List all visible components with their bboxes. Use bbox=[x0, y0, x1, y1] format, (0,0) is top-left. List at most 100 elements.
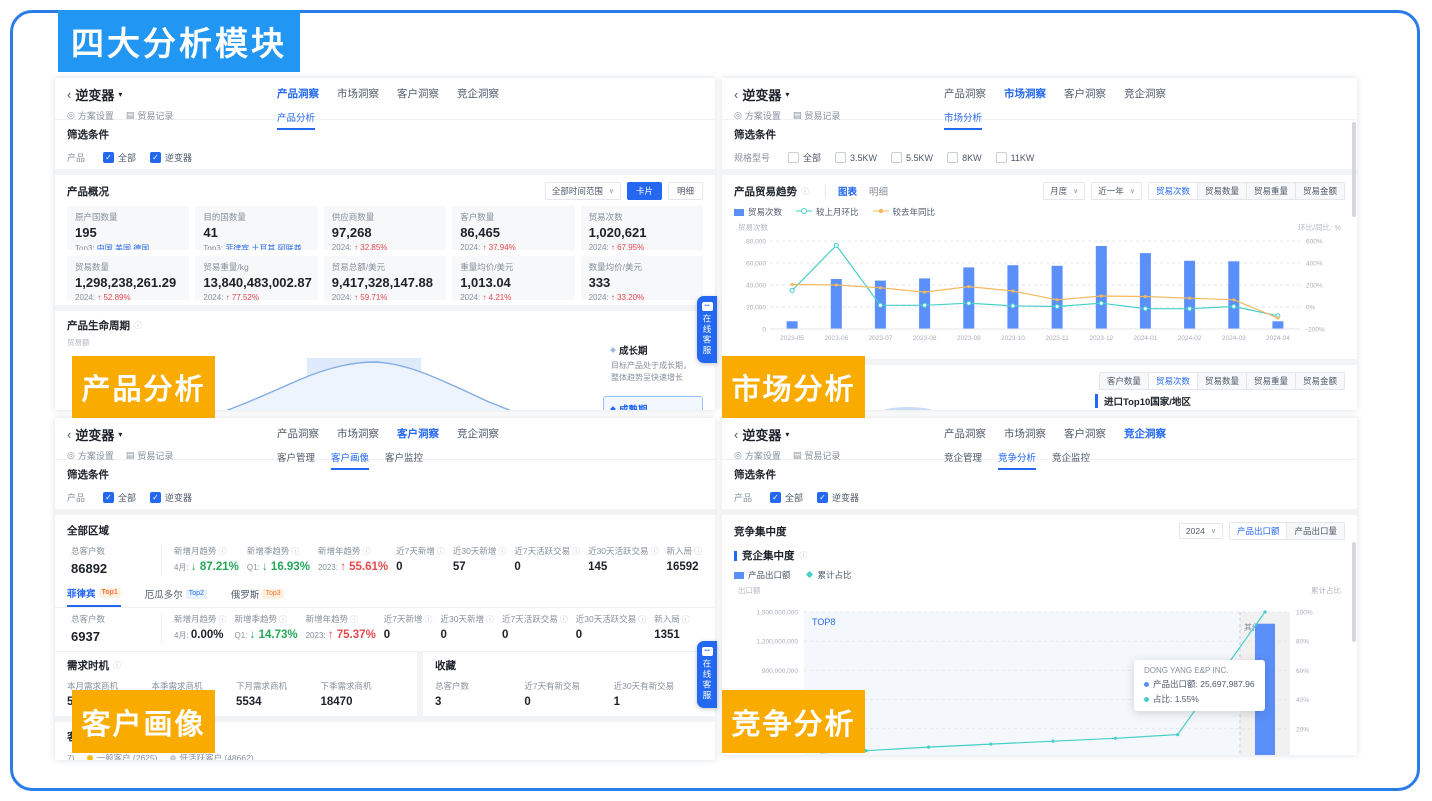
metric-button[interactable]: 贸易数量 bbox=[1197, 183, 1246, 199]
tab-item[interactable]: 客户洞察 bbox=[1064, 426, 1106, 443]
view-button[interactable]: 明细 bbox=[668, 182, 703, 200]
filter-checkbox[interactable]: 全部 bbox=[788, 151, 821, 164]
stat-value: 1,298,238,261.29 bbox=[75, 275, 181, 290]
online-service-button[interactable]: •••在线客服 bbox=[697, 641, 717, 708]
plan-settings-button[interactable]: ◎方案设置 bbox=[67, 449, 114, 462]
checkbox-icon bbox=[788, 152, 799, 163]
subtab-item[interactable]: 产品分析 bbox=[277, 110, 315, 130]
tab-item[interactable]: 竞企洞察 bbox=[1124, 86, 1166, 103]
back-button[interactable]: ‹ bbox=[67, 87, 71, 102]
tab-item[interactable]: 产品洞察 bbox=[944, 86, 986, 103]
lifecycle-stage[interactable]: 成长期目标产品处于成长期，整体趋势呈快速增长 bbox=[603, 337, 703, 390]
stat-card: 重量均价/美元1,013.042024: ↑ 4.21% bbox=[452, 256, 574, 300]
time-range-select[interactable]: 全部时间范围∨ bbox=[545, 182, 621, 200]
stat-sub-value: ↑ 59.71% bbox=[354, 293, 387, 300]
subtab-item[interactable]: 竞争分析 bbox=[998, 450, 1036, 470]
subtab-item[interactable]: 竞企监控 bbox=[1052, 450, 1090, 470]
stage-marker-icon bbox=[610, 347, 616, 353]
svg-text:20,000: 20,000 bbox=[746, 305, 766, 312]
stat-sub-value: ↑ 37.94% bbox=[482, 243, 515, 250]
chevron-down-icon[interactable]: ▾ bbox=[118, 430, 122, 439]
filter-checkbox[interactable]: ✓全部 bbox=[770, 491, 803, 504]
year-select[interactable]: 2024∨ bbox=[1179, 523, 1223, 539]
stat-label: 贸易数量 bbox=[75, 261, 181, 273]
filter-checkbox[interactable]: 3.5KW bbox=[835, 152, 877, 163]
left-axis-title: 出口额 bbox=[738, 585, 761, 596]
filter-checkbox[interactable]: ✓逆变器 bbox=[150, 151, 192, 164]
chevron-down-icon[interactable]: ▾ bbox=[118, 90, 122, 99]
chart-view-tab[interactable]: 明细 bbox=[869, 184, 888, 198]
subtab-item[interactable]: 客户监控 bbox=[385, 450, 423, 470]
chevron-down-icon[interactable]: ▾ bbox=[785, 90, 789, 99]
customer-stats-country: 总客户数6937新增月趋势ⓘ4月: 0.00%新增季趋势ⓘQ1: ↓ 14.73… bbox=[55, 608, 715, 651]
lifecycle-stage[interactable]: 成熟期目标产品处于成熟期，整体趋势呈平稳增长 bbox=[603, 396, 703, 410]
distribution-metric-button[interactable]: 贸易金额 bbox=[1295, 373, 1344, 389]
tab-item[interactable]: 竞企洞察 bbox=[457, 426, 499, 443]
tab-item[interactable]: 产品洞察 bbox=[277, 86, 319, 103]
filter-checkbox[interactable]: 5.5KW bbox=[891, 152, 933, 163]
filter-checkbox[interactable]: ✓逆变器 bbox=[817, 491, 859, 504]
stat-label: 重量均价/美元 bbox=[460, 261, 566, 273]
distribution-metric-button[interactable]: 客户数量 bbox=[1100, 373, 1148, 389]
metric-button[interactable]: 贸易次数 bbox=[1149, 183, 1197, 199]
tab-item[interactable]: 产品洞察 bbox=[944, 426, 986, 443]
period-select[interactable]: 月度∨ bbox=[1043, 182, 1085, 200]
plan-settings-button[interactable]: ◎方案设置 bbox=[67, 109, 114, 122]
tab-item[interactable]: 客户洞察 bbox=[397, 86, 439, 103]
distribution-metric-button[interactable]: 贸易数量 bbox=[1197, 373, 1246, 389]
product-title: 逆变器 bbox=[75, 85, 114, 104]
subtab-item[interactable]: 客户画像 bbox=[331, 450, 369, 470]
metric-button[interactable]: 贸易金额 bbox=[1295, 183, 1344, 199]
plan-settings-button[interactable]: ◎方案设置 bbox=[734, 449, 781, 462]
trade-records-button[interactable]: ▤贸易记录 bbox=[793, 109, 841, 122]
tab-item[interactable]: 客户洞察 bbox=[1064, 86, 1106, 103]
info-icon: ⓘ bbox=[113, 660, 121, 671]
back-button[interactable]: ‹ bbox=[734, 427, 738, 442]
tab-item[interactable]: 客户洞察 bbox=[397, 426, 439, 443]
subtab-item[interactable]: 竞企管理 bbox=[944, 450, 982, 470]
tab-item[interactable]: 市场洞察 bbox=[337, 426, 379, 443]
favorite-stat: 近30天有新交易1 bbox=[614, 680, 703, 708]
concentration-metric-button[interactable]: 产品出口额 bbox=[1230, 523, 1287, 539]
tab-item[interactable]: 竞企洞察 bbox=[1124, 426, 1166, 443]
trade-records-button[interactable]: ▤贸易记录 bbox=[126, 449, 174, 462]
filter-checkbox[interactable]: ✓逆变器 bbox=[150, 491, 192, 504]
tab-item[interactable]: 产品洞察 bbox=[277, 426, 319, 443]
distribution-metric-button[interactable]: 贸易次数 bbox=[1148, 373, 1197, 389]
scrollbar-thumb[interactable] bbox=[1352, 122, 1356, 217]
scrollbar-thumb[interactable] bbox=[1352, 542, 1356, 642]
country-tab[interactable]: 俄罗斯Top3 bbox=[231, 586, 284, 607]
view-button[interactable]: 卡片 bbox=[627, 182, 662, 200]
distribution-metric-button[interactable]: 贸易重量 bbox=[1246, 373, 1295, 389]
tab-item[interactable]: 市场洞察 bbox=[337, 86, 379, 103]
online-service-button[interactable]: •••在线客服 bbox=[697, 296, 717, 363]
chart-view-tab[interactable]: 图表 bbox=[838, 184, 857, 198]
scrollbar[interactable] bbox=[1352, 462, 1356, 751]
filter-checkbox[interactable]: 8KW bbox=[947, 152, 982, 163]
tab-item[interactable]: 市场洞察 bbox=[1004, 86, 1046, 103]
plan-settings-button[interactable]: ◎方案设置 bbox=[734, 109, 781, 122]
info-icon: ⓘ bbox=[291, 546, 299, 557]
scrollbar[interactable] bbox=[1352, 122, 1356, 406]
country-tab[interactable]: 菲律宾Top1 bbox=[67, 586, 121, 607]
tab-item[interactable]: 市场洞察 bbox=[1004, 426, 1046, 443]
country-rank-badge: Top3 bbox=[262, 589, 283, 599]
filter-checkbox[interactable]: ✓全部 bbox=[103, 491, 136, 504]
back-button[interactable]: ‹ bbox=[67, 427, 71, 442]
trade-records-button[interactable]: ▤贸易记录 bbox=[126, 109, 174, 122]
country-tab[interactable]: 厄瓜多尔Top2 bbox=[145, 586, 207, 607]
checkbox-label: 全部 bbox=[118, 491, 136, 504]
trade-records-button[interactable]: ▤贸易记录 bbox=[793, 449, 841, 462]
filter-checkbox[interactable]: ✓全部 bbox=[103, 151, 136, 164]
concentration-metric-button[interactable]: 产品出口量 bbox=[1286, 523, 1344, 539]
subtab-item[interactable]: 客户管理 bbox=[277, 450, 315, 470]
subtab-item[interactable]: 市场分析 bbox=[944, 110, 982, 130]
tab-item[interactable]: 竞企洞察 bbox=[457, 86, 499, 103]
stat-label: 供应商数量 bbox=[332, 211, 438, 223]
range-select[interactable]: 近一年∨ bbox=[1091, 182, 1142, 200]
filter-checkbox[interactable]: 11KW bbox=[996, 152, 1035, 163]
stat-value: 1,013.04 bbox=[460, 275, 566, 290]
back-button[interactable]: ‹ bbox=[734, 87, 738, 102]
metric-button[interactable]: 贸易重量 bbox=[1246, 183, 1295, 199]
chevron-down-icon[interactable]: ▾ bbox=[785, 430, 789, 439]
